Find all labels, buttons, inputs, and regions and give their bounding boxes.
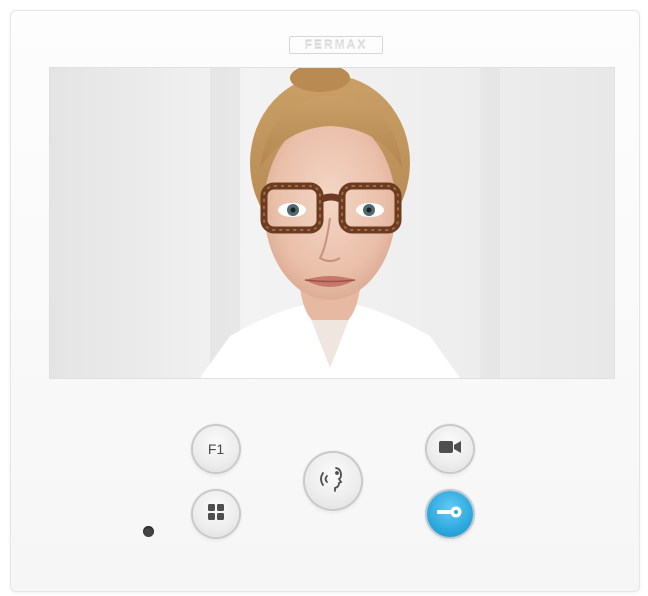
grid-menu-icon [207,503,225,526]
camera-feed-image [50,68,614,378]
camera-button[interactable] [427,426,473,472]
speak-voice-icon [318,464,348,499]
door-open-button[interactable] [427,491,473,537]
f1-label: F1 [207,441,225,457]
menu-button[interactable] [193,491,239,537]
video-screen [50,68,614,378]
f1-button[interactable]: F1 [193,426,239,472]
key-icon [437,505,463,523]
brand-logo: FERMAX [289,36,383,54]
talk-button[interactable] [305,453,361,509]
video-camera-icon [439,440,461,459]
status-led [143,526,154,537]
